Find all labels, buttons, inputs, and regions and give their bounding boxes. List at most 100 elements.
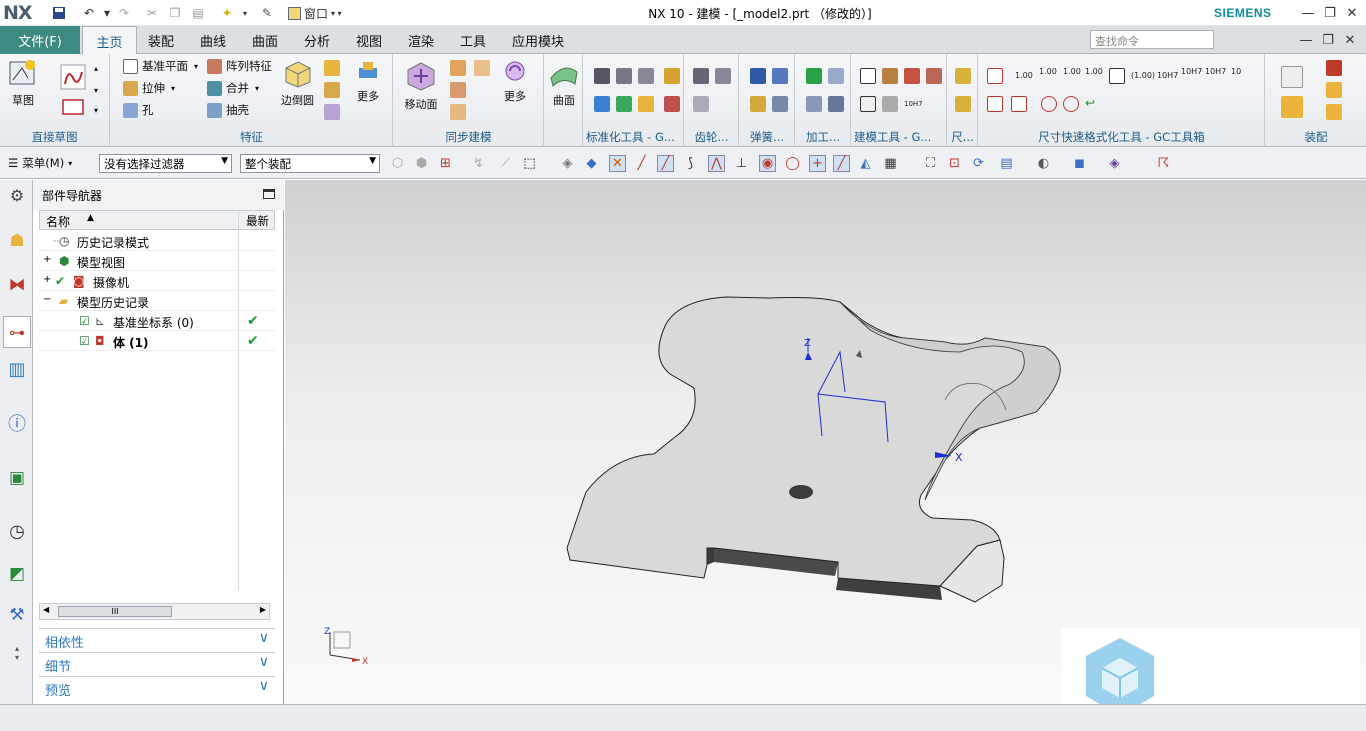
rectangle-icon[interactable] <box>60 96 86 118</box>
run-journal-icon[interactable]: ☈ <box>1155 155 1172 172</box>
tab-home[interactable]: 主页 <box>82 26 137 55</box>
bounded-grid-icon[interactable]: ▦ <box>882 155 899 172</box>
assembly-icon[interactable] <box>1281 66 1303 88</box>
cut-icon[interactable]: ✂ <box>143 4 161 22</box>
shell-button[interactable]: 抽壳 <box>207 102 249 118</box>
replace-face-icon[interactable] <box>450 104 466 120</box>
quadrant-icon[interactable]: ◯ <box>784 155 801 172</box>
intersection-icon[interactable]: ⋀ <box>708 155 725 172</box>
tab-view[interactable]: 视图 <box>348 26 390 54</box>
select-body-icon[interactable]: ◆ <box>583 155 600 172</box>
assembly-navigator-icon[interactable]: ☗ <box>6 230 28 252</box>
roles-icon[interactable]: ⚒ <box>6 604 28 626</box>
select-point-icon[interactable]: ⊞ <box>437 155 454 172</box>
visibility-checkbox[interactable]: ☑ <box>79 314 90 328</box>
dim-angle-icon[interactable] <box>987 96 1003 112</box>
repeat-command-icon[interactable]: ✦ <box>218 4 236 22</box>
machining-check-icon[interactable] <box>806 68 822 84</box>
collapse-icon[interactable]: − <box>43 294 51 305</box>
dim-format-2[interactable]: 1.00 <box>1039 68 1057 76</box>
dim-format-3[interactable]: 1.00 <box>1063 68 1081 76</box>
expand-icon[interactable]: + <box>43 254 51 265</box>
maximize-panel-icon[interactable] <box>263 189 275 199</box>
edit-section-icon[interactable]: ◼ <box>1071 155 1088 172</box>
draft-icon[interactable] <box>324 82 340 98</box>
dim-format-1[interactable]: 1.00 <box>1015 72 1033 80</box>
sketch-button[interactable]: 草图 <box>8 58 38 108</box>
assembly-constraint-icon[interactable] <box>1326 60 1342 76</box>
dim-format-5[interactable]: (1.00) <box>1131 72 1155 80</box>
point-on-curve-icon[interactable]: ╱ <box>833 155 850 172</box>
doc-restore-button[interactable]: ❐ <box>1318 31 1338 49</box>
constraint-navigator-icon[interactable]: ⧓ <box>6 274 28 296</box>
tree-row-history-mode[interactable]: ┈ ◷ 历史记录模式 <box>39 231 275 251</box>
tree-row-model-views[interactable]: + ⬢ 模型视图 <box>39 251 275 271</box>
rotate-icon[interactable]: ⟳ <box>970 155 987 172</box>
gc-export-icon[interactable] <box>638 96 654 112</box>
pull-face-icon[interactable] <box>450 60 466 76</box>
existing-point-icon[interactable]: + <box>809 155 826 172</box>
doc-close-button[interactable]: ✕ <box>1340 31 1360 49</box>
repeat-dropdown-icon[interactable]: ▾ <box>236 4 254 22</box>
menu-button[interactable]: ☰ 菜单(M) ▾ <box>8 155 72 171</box>
column-latest[interactable]: 最新 <box>246 213 269 229</box>
window-menu[interactable]: 窗口 ▾ ▾ <box>288 4 348 22</box>
spring-edit-icon[interactable] <box>772 68 788 84</box>
rectangle-select-icon[interactable]: ⬚ <box>521 155 538 172</box>
list-icon[interactable] <box>860 96 876 112</box>
command-search-input[interactable]: 查找命令 <box>1090 30 1214 49</box>
tab-application[interactable]: 应用模块 <box>504 26 572 54</box>
select-edge-icon[interactable]: ⟋ <box>497 155 514 172</box>
delete-face-icon[interactable] <box>474 60 490 76</box>
navigator-hscrollbar[interactable]: ◀ III ▶ <box>39 603 270 620</box>
restore-button[interactable]: ❐ <box>1320 4 1340 22</box>
triangle-icon[interactable] <box>860 68 876 84</box>
scroll-right-icon[interactable]: ▶ <box>260 605 266 614</box>
gc-gear-icon[interactable] <box>664 68 680 84</box>
tab-surface[interactable]: 曲面 <box>244 26 286 54</box>
tangent-icon[interactable]: ⊥ <box>733 155 750 172</box>
gc-check-icon[interactable] <box>594 96 610 112</box>
undo-dropdown-icon[interactable]: ▾ <box>98 4 116 22</box>
point-on-face-icon[interactable]: ◭ <box>857 155 874 172</box>
spring-icon[interactable] <box>750 68 766 84</box>
reuse-library-icon[interactable]: ▥ <box>6 358 28 380</box>
paste-icon[interactable]: ▤ <box>189 4 207 22</box>
close-button[interactable]: ✕ <box>1342 4 1362 22</box>
tab-tools[interactable]: 工具 <box>452 26 494 54</box>
move-component-icon[interactable] <box>1326 82 1342 98</box>
chamfer-icon[interactable] <box>324 60 340 76</box>
dim-format-4[interactable]: 1.00 <box>1085 68 1103 76</box>
dim-box-icon[interactable] <box>1109 68 1125 84</box>
tab-assembly[interactable]: 装配 <box>140 26 182 54</box>
snap-point-icon[interactable]: ✕ <box>609 155 626 172</box>
column-name[interactable]: 名称 <box>46 213 70 230</box>
tab-curve[interactable]: 曲线 <box>192 26 234 54</box>
dim-diameter-2-icon[interactable] <box>1063 96 1079 112</box>
select-general-icon[interactable]: ⬡ <box>389 155 406 172</box>
selection-scope-select[interactable]: 整个装配 ▼ <box>240 154 380 173</box>
gc-spring-icon[interactable] <box>664 96 680 112</box>
tab-analysis[interactable]: 分析 <box>296 26 338 54</box>
tolerance-10h7-label[interactable]: 10H7 <box>904 100 923 108</box>
dim-format-7[interactable]: 10H7 <box>1181 68 1202 76</box>
machining-prep-icon[interactable] <box>828 68 844 84</box>
dim-linear-icon[interactable] <box>987 68 1003 84</box>
gear-modify-icon[interactable] <box>715 68 731 84</box>
panel-dependencies[interactable]: 相依性 ∨ <box>39 628 275 651</box>
scrollbar-thumb[interactable]: III <box>58 606 172 617</box>
display-mode-icon[interactable]: ◐ <box>1035 155 1052 172</box>
type-filter-select[interactable]: 没有选择过滤器 ▼ <box>99 154 232 173</box>
mark-icon[interactable] <box>882 96 898 112</box>
dim-format-6[interactable]: 10H7 <box>1157 72 1178 80</box>
history-icon[interactable]: ▣ <box>6 467 28 489</box>
settings-gear-icon[interactable]: ⚙ <box>6 184 28 206</box>
select-feature-icon[interactable]: ⬢ <box>413 155 430 172</box>
copy-icon[interactable]: ❐ <box>166 4 184 22</box>
panel-details[interactable]: 细节 ∨ <box>39 652 275 675</box>
add-component-icon[interactable] <box>1281 96 1303 118</box>
extrude-button[interactable]: 拉伸 ▾ <box>123 80 175 96</box>
mid-point-icon[interactable]: ╱ <box>657 155 674 172</box>
gc-datum-icon[interactable] <box>594 68 610 84</box>
tree-row-datum-csys[interactable]: ☑ ⊾ 基准坐标系 (0) ✔ <box>39 311 275 331</box>
